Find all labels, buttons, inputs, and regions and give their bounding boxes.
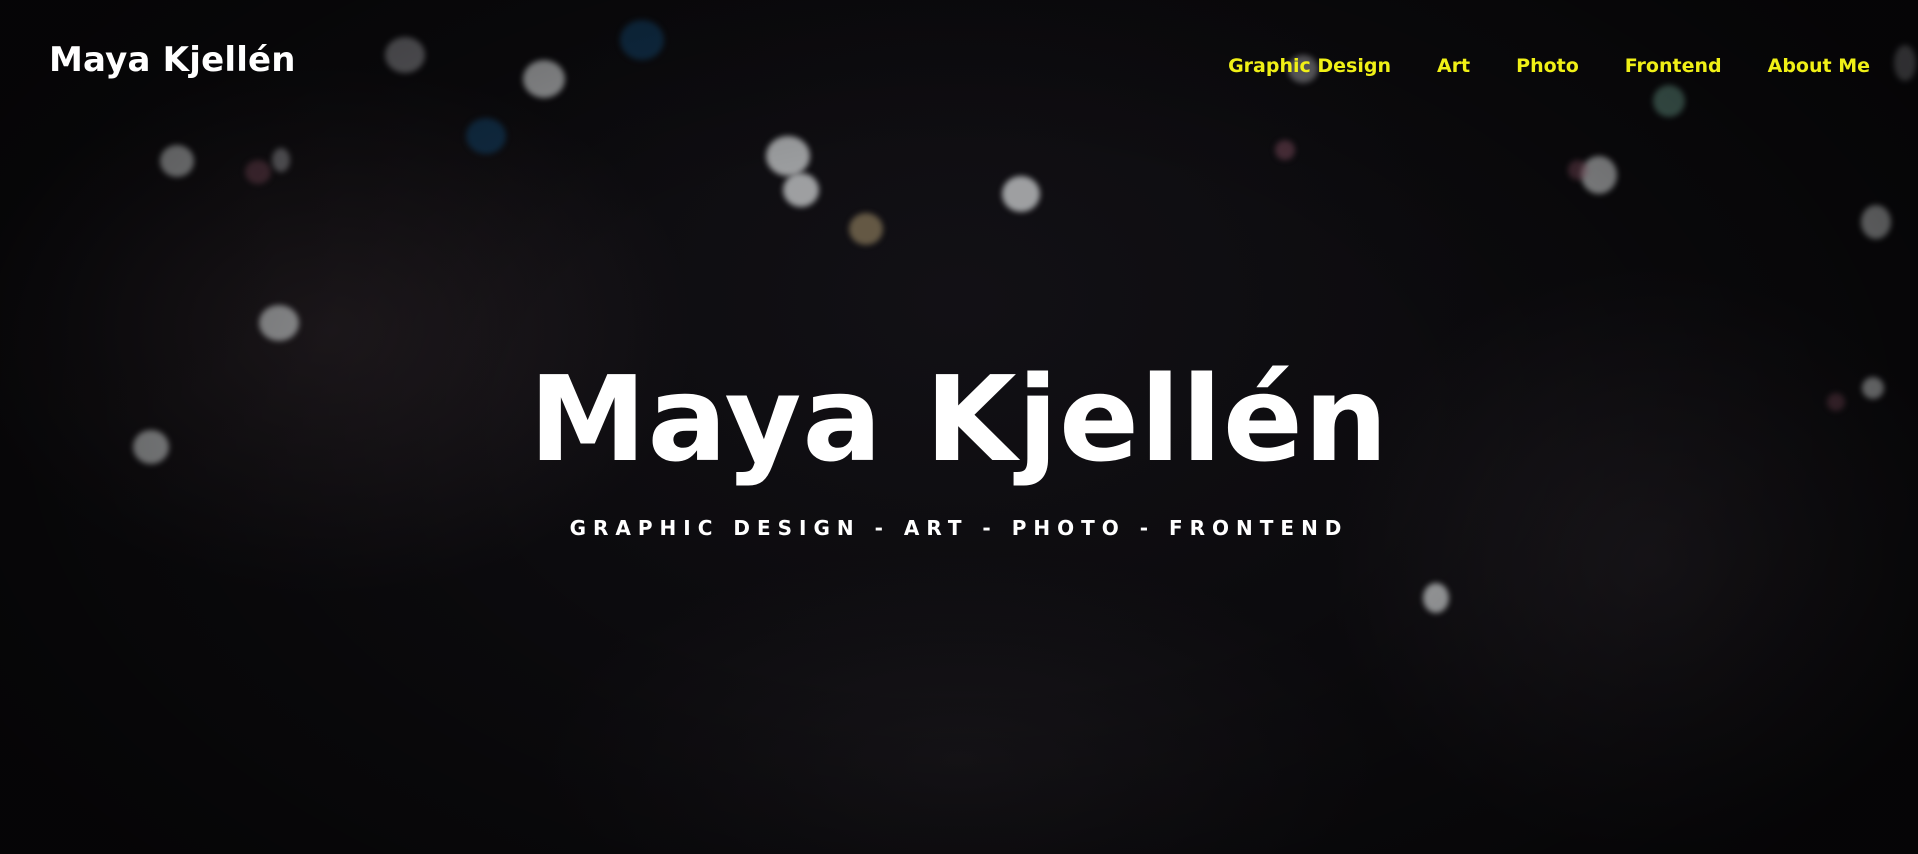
- nav-link-art[interactable]: Art: [1437, 57, 1470, 76]
- nav-link-about-me[interactable]: About Me: [1768, 57, 1870, 76]
- nav-link-photo[interactable]: Photo: [1516, 57, 1579, 76]
- hero-section: Maya Kjellén GRAPHIC DESIGN - ART - PHOT…: [0, 360, 1918, 538]
- nav-link-frontend[interactable]: Frontend: [1625, 57, 1722, 76]
- site-logo[interactable]: Maya Kjellén: [49, 43, 296, 77]
- nav-link-graphic-design[interactable]: Graphic Design: [1228, 57, 1391, 76]
- hero-tagline: GRAPHIC DESIGN - ART - PHOTO - FRONTEND: [569, 516, 1349, 540]
- hero-title: Maya Kjellén: [529, 350, 1389, 488]
- page: Maya Kjellén Graphic Design Art Photo Fr…: [0, 0, 1918, 854]
- main-nav: Graphic Design Art Photo Frontend About …: [1182, 57, 1870, 76]
